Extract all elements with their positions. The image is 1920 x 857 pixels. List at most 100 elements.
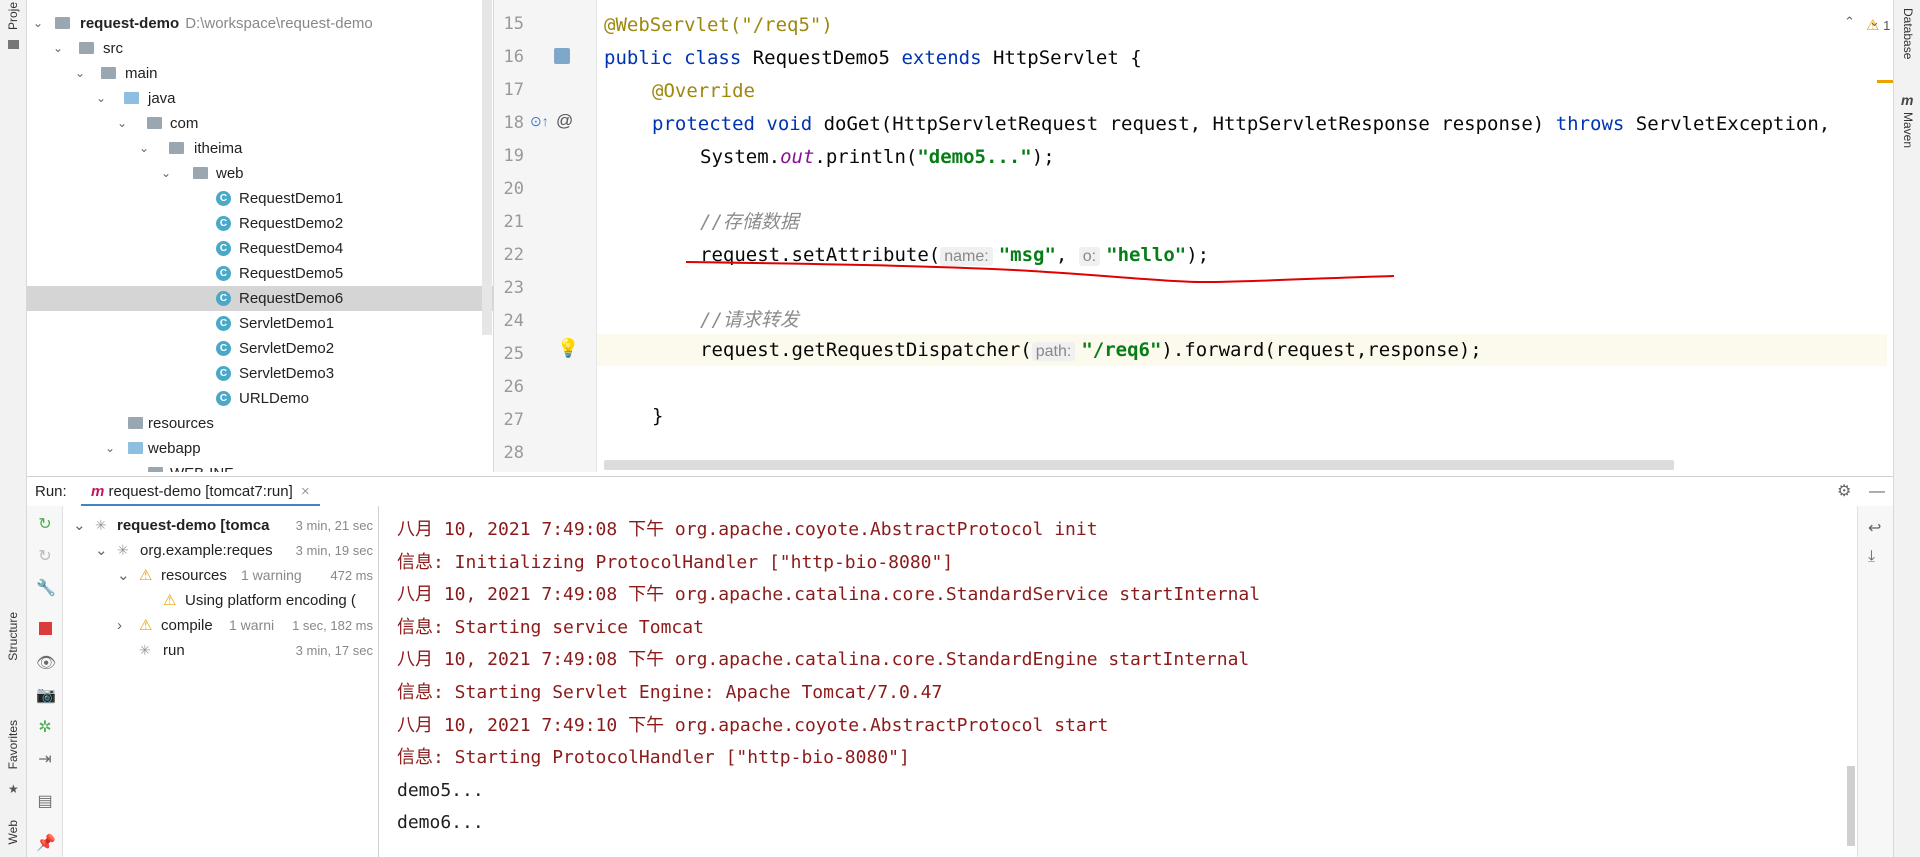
- chevron-down-icon[interactable]: ⌄: [159, 161, 173, 186]
- stop-icon[interactable]: [36, 622, 54, 640]
- debug-icon[interactable]: ✲: [36, 719, 54, 737]
- layout-icon[interactable]: ▤: [36, 793, 54, 811]
- tree-scrollbar[interactable]: [482, 0, 492, 335]
- eye-icon[interactable]: 👁: [36, 655, 56, 673]
- chevron-down-icon[interactable]: ⌄: [103, 436, 117, 461]
- tree-item-resources[interactable]: resources: [27, 411, 493, 436]
- param-hint: path:: [1031, 342, 1076, 361]
- package-icon: [169, 142, 184, 154]
- rerun-failed-icon[interactable]: ↻: [36, 548, 54, 566]
- minimize-icon[interactable]: —: [1869, 477, 1885, 507]
- tree-item-java[interactable]: ⌄ java: [27, 86, 493, 111]
- tree-item-class[interactable]: C ServletDemo1: [27, 311, 493, 336]
- web-tool-tab[interactable]: Web: [6, 820, 20, 844]
- chevron-down-icon[interactable]: ⌄: [115, 111, 129, 136]
- wrench-icon[interactable]: 🔧: [36, 580, 56, 598]
- build-tree-row[interactable]: ⌄ ✳ org.example:reques 3 min, 19 sec: [63, 538, 378, 563]
- tree-item-class-selected[interactable]: C RequestDemo6: [27, 286, 493, 311]
- tree-item-webinf[interactable]: WEB-INF: [27, 461, 493, 472]
- tree-item-label: ServletDemo1: [239, 315, 335, 332]
- rerun-icon[interactable]: ↻: [36, 516, 54, 534]
- tree-item-label: URLDemo: [239, 390, 310, 407]
- tree-root-row[interactable]: ⌄ request-demo D:\workspace\request-demo: [27, 11, 493, 36]
- favorites-tool-tab[interactable]: Favorites: [6, 720, 20, 769]
- chevron-down-icon[interactable]: ⌄: [51, 36, 65, 61]
- build-tree-row[interactable]: ⚠ Using platform encoding (: [63, 588, 378, 613]
- class-icon: C: [216, 391, 231, 406]
- tree-item-class[interactable]: C URLDemo: [27, 386, 493, 411]
- tree-root-path: D:\workspace\request-demo: [185, 15, 373, 32]
- chevron-down-icon[interactable]: ⌄: [73, 61, 87, 86]
- console-line: demo5...: [397, 779, 484, 801]
- lightbulb-icon[interactable]: 💡: [557, 338, 579, 359]
- servlet-web-icon[interactable]: [554, 48, 570, 64]
- code-editor[interactable]: 15 16 17 18 19 20 21 22 23 24 25 26 27 2…: [494, 0, 1893, 472]
- project-tool-tab[interactable]: Proje: [6, 2, 20, 30]
- gear-icon[interactable]: ⚙: [1837, 477, 1851, 507]
- console-output[interactable]: 八月 10, 2021 7:49:08 下午 org.apache.coyote…: [379, 506, 1893, 857]
- maven-tool-tab[interactable]: Maven: [1901, 112, 1915, 148]
- static-field: out: [780, 146, 815, 168]
- tree-item-class[interactable]: C RequestDemo2: [27, 211, 493, 236]
- run-config-tab[interactable]: m request-demo [tomcat7:run] ×: [81, 477, 320, 507]
- pin-icon[interactable]: 📌: [36, 835, 56, 853]
- tree-item-label: java: [148, 90, 176, 107]
- horizontal-scrollbar[interactable]: [604, 460, 1674, 470]
- build-tree-row[interactable]: ✳ run 3 min, 17 sec: [63, 638, 378, 663]
- tree-item-src[interactable]: ⌄ src: [27, 36, 493, 61]
- project-tree-panel: ⌄ request-demo D:\workspace\request-demo …: [27, 0, 494, 472]
- error-stripe-marker[interactable]: [1877, 80, 1893, 83]
- build-tree: ⌄ ✳ request-demo [tomca 3 min, 21 sec ⌄ …: [63, 506, 379, 857]
- exit-icon[interactable]: ⇥: [36, 751, 54, 769]
- warning-count: 1: [1883, 18, 1891, 33]
- code-line-21: //存储数据: [700, 206, 799, 238]
- line-number: 17: [503, 80, 524, 100]
- tree-item-web[interactable]: ⌄ web: [27, 161, 493, 186]
- tree-item-webapp[interactable]: ⌄ webapp: [27, 436, 493, 461]
- tree-item-class[interactable]: C ServletDemo2: [27, 336, 493, 361]
- structure-tool-tab[interactable]: Structure: [6, 612, 20, 661]
- chevron-down-icon[interactable]: ⌄: [73, 513, 86, 538]
- line-number: 21: [503, 212, 524, 232]
- build-tree-row[interactable]: ⌄ ⚠ resources 1 warning 472 ms: [63, 563, 378, 588]
- build-tree-row[interactable]: › ⚠ compile 1 warni 1 sec, 182 ms: [63, 613, 378, 638]
- tree-item-itheima[interactable]: ⌄ itheima: [27, 136, 493, 161]
- tree-item-main[interactable]: ⌄ main: [27, 61, 493, 86]
- tree-item-label: main: [125, 65, 158, 82]
- chevron-down-icon[interactable]: ⌄: [1869, 14, 1880, 30]
- soft-wrap-icon[interactable]: ↩: [1868, 518, 1881, 538]
- camera-icon[interactable]: 📷: [36, 687, 56, 705]
- chevron-down-icon[interactable]: ⌄: [94, 86, 108, 111]
- class-icon: C: [216, 241, 231, 256]
- spinner-icon: ✳: [139, 642, 151, 658]
- tree-item-class[interactable]: C RequestDemo5: [27, 261, 493, 286]
- tree-item-label: RequestDemo6: [239, 290, 344, 307]
- chevron-down-icon[interactable]: ⌄: [137, 136, 151, 161]
- class-icon: C: [216, 341, 231, 356]
- chevron-up-icon[interactable]: ⌃: [1844, 14, 1855, 30]
- keyword: throws: [1555, 113, 1625, 135]
- code-line-25: request.getRequestDispatcher(path: "/req6…: [700, 334, 1482, 366]
- code-line-24: //请求转发: [700, 304, 799, 336]
- tree-item-com[interactable]: ⌄ com: [27, 111, 493, 136]
- database-tool-tab[interactable]: Database: [1901, 8, 1915, 59]
- chevron-down-icon[interactable]: ⌄: [117, 563, 130, 588]
- tree-item-class[interactable]: C ServletDemo3: [27, 361, 493, 386]
- close-icon[interactable]: ×: [301, 483, 310, 500]
- chevron-down-icon[interactable]: ⌄: [31, 11, 45, 36]
- tree-item-label: itheima: [194, 140, 243, 157]
- code-text: doGet(HttpServletRequest request, HttpSe…: [812, 113, 1556, 135]
- console-scrollbar[interactable]: [1847, 766, 1855, 846]
- at-gutter-icon[interactable]: @: [556, 111, 573, 131]
- folder-icon: [79, 42, 94, 54]
- class-icon: C: [216, 316, 231, 331]
- chevron-right-icon[interactable]: ›: [117, 613, 122, 638]
- scroll-to-end-icon[interactable]: ⤓: [1868, 548, 1875, 566]
- tree-item-class[interactable]: C RequestDemo4: [27, 236, 493, 261]
- build-tree-row[interactable]: ⌄ ✳ request-demo [tomca 3 min, 21 sec: [63, 513, 378, 538]
- code-text: );: [1031, 146, 1055, 168]
- console-line: 八月 10, 2021 7:49:10 下午 org.apache.coyote…: [397, 714, 1109, 736]
- chevron-down-icon[interactable]: ⌄: [95, 538, 108, 563]
- override-gutter-icon[interactable]: ⊙↑: [530, 113, 549, 130]
- tree-item-class[interactable]: C RequestDemo1: [27, 186, 493, 211]
